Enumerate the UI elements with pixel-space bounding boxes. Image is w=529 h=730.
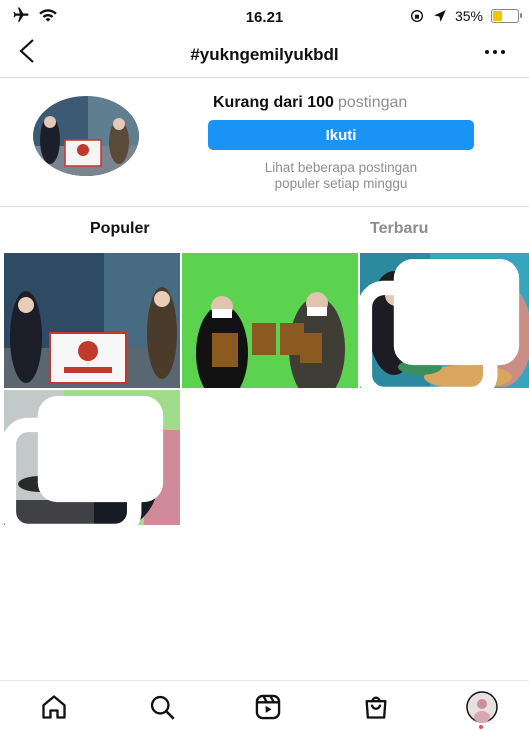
popular-note-line-2: populer setiap minggu [274,176,408,191]
battery-percent: 35% [454,8,483,24]
post-count-suffix: postingan [337,94,408,111]
notification-dot [479,725,483,729]
grid-post-1[interactable] [4,253,180,388]
status-bar: 16.21 35% [0,0,529,36]
more-button[interactable] [483,38,507,68]
location-arrow-icon [434,10,446,22]
rotation-lock-icon [410,10,423,22]
hashtag-avatar[interactable] [33,96,139,176]
profile-divider [0,206,529,207]
post-count-value: Kurang dari 100 [213,94,334,111]
bottom-navigation [0,680,529,730]
tab-popular[interactable]: Populer [90,220,150,238]
grid-post-2[interactable] [182,253,358,388]
home-icon[interactable] [40,693,68,721]
nav-header: #yukngemilyukbdl [0,36,529,76]
popular-note-line-1: Lihat beberapa postingan [264,160,418,175]
post-count: Kurang dari 100 postingan [213,94,407,112]
reels-icon[interactable] [254,693,282,721]
multiple-posts-icon [4,396,164,525]
shop-icon[interactable] [362,693,390,721]
search-icon[interactable] [148,693,176,721]
grid-post-3[interactable] [360,253,529,388]
header-divider [0,77,529,78]
page-title: #yukngemilyukbdl [190,45,339,64]
multiple-posts-icon [360,259,520,388]
tab-recent[interactable]: Terbaru [370,220,428,238]
more-horizontal-icon [485,50,505,54]
battery-icon [491,9,522,23]
grid-post-4[interactable] [4,390,180,525]
profile-avatar[interactable] [466,691,498,723]
status-right: 35% [409,8,522,24]
popular-note: Lihat beberapa postingan populer setiap … [208,160,474,192]
follow-button[interactable]: Ikuti [208,120,474,150]
